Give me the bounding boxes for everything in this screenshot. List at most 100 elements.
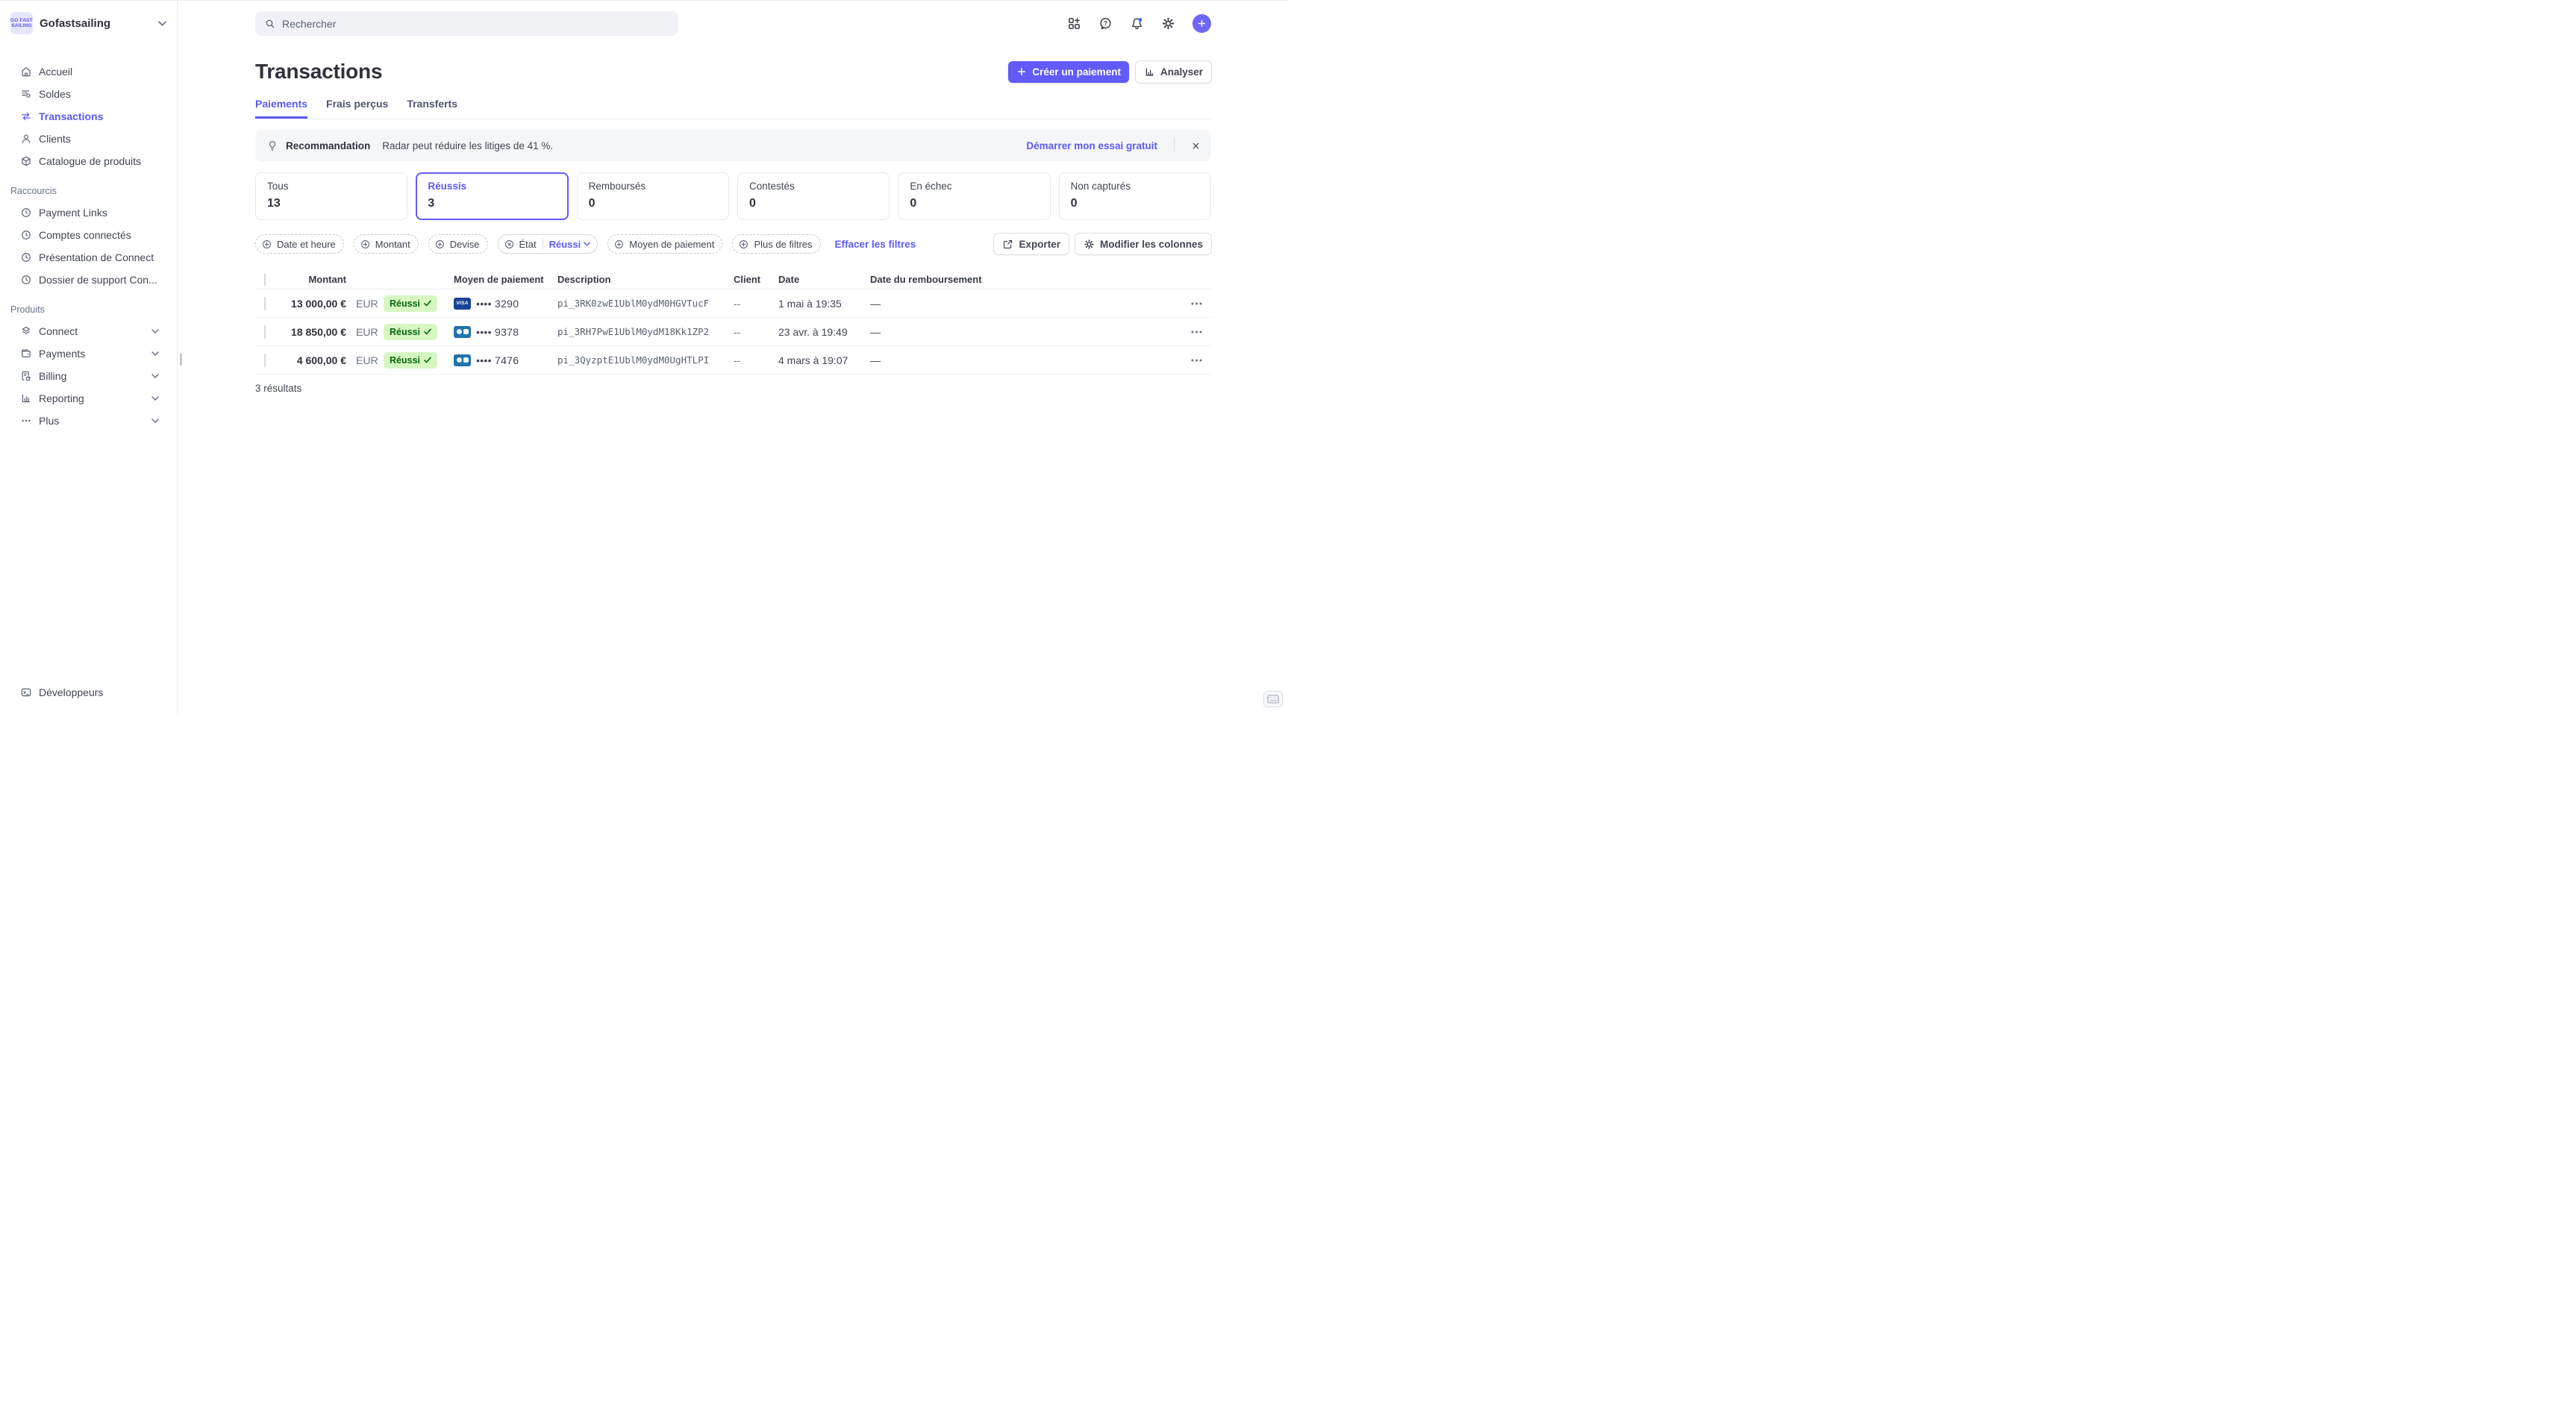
sidebar-item-billing[interactable]: Billing [0, 365, 177, 387]
row-checkbox[interactable] [264, 297, 266, 310]
status-label: Réussi [390, 355, 420, 366]
search-bar[interactable] [255, 11, 678, 36]
account-switcher[interactable]: GO FAST SAILING Gofastsailing [0, 8, 177, 38]
date-cell: 1 mai à 19:35 [778, 298, 870, 310]
tab-paiements[interactable]: Paiements [255, 98, 307, 119]
row-actions-button[interactable] [1181, 302, 1211, 305]
sidebar-item-payment-links[interactable]: Payment Links [0, 201, 177, 224]
sidebar-nav: Accueil Soldes Transactions Clients Cata… [0, 60, 177, 172]
sidebar-item-plus[interactable]: Plus [0, 410, 177, 432]
page-title: Transactions [255, 60, 382, 84]
filter-pill-montant[interactable]: Montant [354, 234, 419, 254]
filter-card-tous[interactable]: Tous 13 [255, 172, 407, 220]
apps-grid-button[interactable] [1067, 16, 1081, 31]
sidebar-item-presentation-connect[interactable]: Présentation de Connect [0, 246, 177, 269]
search-input[interactable] [282, 18, 669, 30]
sidebar-item-connect[interactable]: Connect [0, 320, 177, 342]
filter-card-value: 0 [910, 197, 1038, 210]
product-catalog-icon [20, 155, 32, 167]
analyze-label: Analyser [1160, 66, 1203, 78]
sidebar-item-dossier-support[interactable]: Dossier de support Con... [0, 269, 177, 291]
date-cell: 23 avr. à 19:49 [778, 326, 870, 338]
transactions-table: Montant Moyen de paiement Description Cl… [255, 269, 1211, 394]
sidebar-item-soldes[interactable]: Soldes [0, 83, 177, 105]
status-label: Réussi [390, 327, 420, 337]
settings-button[interactable] [1161, 16, 1175, 31]
export-label: Exporter [1019, 239, 1060, 250]
status-filter-cards: Tous 13 Réussis 3 Remboursés 0 Contestés… [255, 172, 1211, 220]
clear-filters-link[interactable]: Effacer les filtres [835, 239, 916, 250]
filter-pill-label: Plus de filtres [754, 239, 812, 250]
close-icon [1191, 141, 1201, 151]
edit-columns-button[interactable]: Modifier les colonnes [1075, 234, 1211, 254]
help-button[interactable]: ? [1098, 16, 1113, 31]
row-actions-button[interactable] [1181, 331, 1211, 333]
analyze-button[interactable]: Analyser [1136, 61, 1211, 83]
filter-card-rembourses[interactable]: Remboursés 0 [577, 172, 729, 220]
sidebar-item-payments[interactable]: Payments [0, 342, 177, 365]
tab-frais-percus[interactable]: Frais perçus [326, 98, 388, 119]
sidebar-item-comptes-connectes[interactable]: Comptes connectés [0, 224, 177, 246]
notifications-button[interactable] [1130, 16, 1144, 31]
filter-card-non-captures[interactable]: Non capturés 0 [1059, 172, 1211, 220]
create-payment-label: Créer un paiement [1032, 66, 1121, 78]
filter-pill-date[interactable]: Date et heure [255, 234, 344, 254]
column-header-description: Description [557, 274, 734, 285]
export-button[interactable]: Exporter [994, 234, 1069, 254]
filter-card-en-echec[interactable]: En échec 0 [898, 172, 1050, 220]
filter-pill-etat[interactable]: État Réussi [498, 234, 598, 254]
tabs: Paiements Frais perçus Transferts [255, 98, 1211, 119]
status-badge: Réussi [384, 295, 437, 312]
start-trial-link[interactable]: Démarrer mon essai gratuit [1026, 140, 1157, 151]
sidebar-item-accueil[interactable]: Accueil [0, 60, 177, 83]
sidebar-item-label: Plus [39, 415, 59, 427]
sidebar-item-catalogue[interactable]: Catalogue de produits [0, 150, 177, 172]
filter-pill-plus[interactable]: Plus de filtres [732, 234, 820, 254]
page-content: Transactions Créer un paiement Analyser … [178, 46, 1288, 394]
status-badge: Réussi [384, 352, 437, 369]
row-actions-button[interactable] [1181, 359, 1211, 362]
card-last4: •••• 9378 [476, 326, 519, 338]
tab-transferts[interactable]: Transferts [407, 98, 457, 119]
status-badge: Réussi [384, 324, 437, 340]
row-checkbox[interactable] [264, 354, 266, 367]
plus-circle-icon [261, 239, 272, 250]
clock-icon [20, 229, 32, 241]
chevron-down-icon [151, 419, 159, 423]
sidebar-item-label: Payment Links [39, 207, 107, 219]
sidebar-item-label: Catalogue de produits [39, 155, 141, 167]
table-header-row: Montant Moyen de paiement Description Cl… [255, 269, 1211, 289]
sidebar-item-reporting[interactable]: Reporting [0, 387, 177, 410]
table-row[interactable]: 18 850,00 € EUR Réussi •••• 9378 pi_3RH7… [255, 318, 1211, 346]
description-cell: pi_3RK0zwE1UblM0ydM0HGVTucF [557, 298, 734, 309]
keyboard-shortcuts-button[interactable] [1263, 691, 1283, 707]
filter-card-contestes[interactable]: Contestés 0 [737, 172, 890, 220]
sidebar-resize-handle[interactable] [180, 353, 182, 366]
row-checkbox[interactable] [264, 325, 266, 339]
filter-pill-devise[interactable]: Devise [428, 234, 488, 254]
create-new-button[interactable] [1192, 14, 1211, 33]
wallet-icon [20, 348, 32, 360]
notification-dot [1139, 18, 1142, 22]
create-payment-button[interactable]: Créer un paiement [1008, 61, 1129, 83]
sidebar-item-developpeurs[interactable]: Développeurs [0, 681, 177, 704]
recommendation-banner: Recommandation Radar peut réduire les li… [255, 130, 1211, 161]
account-logo: GO FAST SAILING [10, 12, 33, 34]
refund-date-cell: — [870, 298, 1181, 310]
filter-card-reussis[interactable]: Réussis 3 [416, 172, 568, 220]
filter-pill-moyen[interactable]: Moyen de paiement [607, 234, 722, 254]
banner-close-button[interactable] [1191, 141, 1201, 151]
select-all-checkbox[interactable] [264, 273, 266, 286]
clock-icon [20, 251, 32, 263]
table-row[interactable]: 13 000,00 € EUR Réussi VISA •••• 3290 pi… [255, 289, 1211, 318]
sidebar-item-clients[interactable]: Clients [0, 128, 177, 150]
plus-icon [1197, 19, 1207, 28]
table-row[interactable]: 4 600,00 € EUR Réussi •••• 7476 pi_3Qyzp… [255, 346, 1211, 375]
svg-text:?: ? [1104, 19, 1107, 27]
client-cell: -- [734, 326, 778, 338]
filter-card-label: En échec [910, 181, 1038, 192]
filter-row: Date et heure Montant Devise État Réussi [255, 234, 1211, 254]
search-icon [264, 18, 276, 30]
sidebar-item-transactions[interactable]: Transactions [0, 105, 177, 128]
date-cell: 4 mars à 19:07 [778, 354, 870, 366]
